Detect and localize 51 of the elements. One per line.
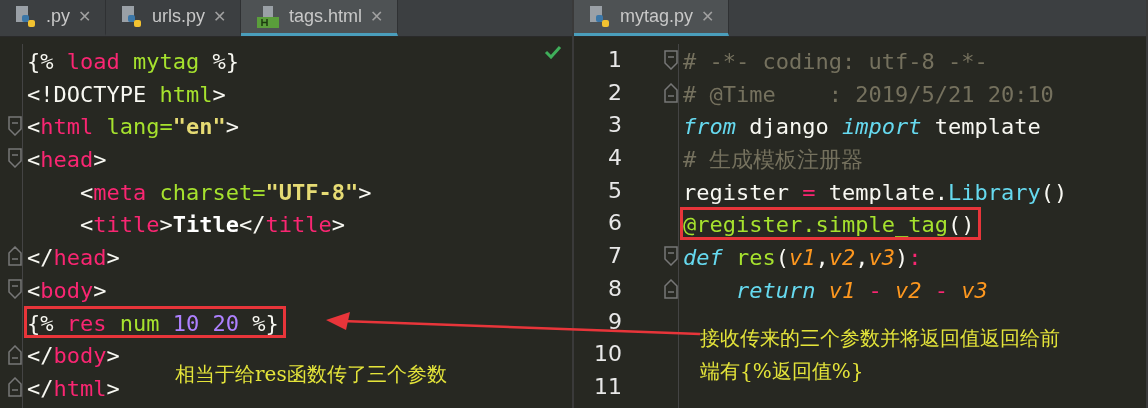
fold-marker-icon[interactable] — [664, 50, 678, 71]
code-line: <meta charset="UTF-8"> — [78, 178, 373, 207]
line-number: 5 — [608, 176, 622, 205]
code-line: # -*- coding: utf-8 -*- — [682, 48, 989, 76]
fold-marker-icon[interactable] — [8, 148, 22, 169]
close-button[interactable]: ✕ — [370, 7, 384, 26]
code-line: </head> — [26, 244, 121, 273]
fold-marker-icon[interactable] — [8, 377, 22, 398]
code-line: def res(v1,v2,v3): — [682, 244, 923, 273]
fold-marker-icon[interactable] — [8, 279, 22, 300]
line-number: 11 — [594, 372, 622, 401]
code-line: </html> — [26, 374, 121, 403]
python-file-icon — [588, 4, 612, 29]
code-line: return v1 - v2 - v3 — [734, 276, 989, 305]
fold-marker-icon[interactable] — [8, 115, 22, 136]
line-number: 4 — [608, 144, 622, 173]
code-line: <body> — [26, 276, 108, 305]
line-number: 6 — [608, 209, 622, 238]
fold-marker-icon[interactable] — [8, 246, 22, 267]
line-number: 1 — [608, 46, 622, 74]
line-number: 10 — [594, 340, 622, 369]
line-number: 3 — [608, 111, 622, 140]
python-file-icon — [120, 4, 144, 29]
fold-marker-icon[interactable] — [664, 246, 678, 267]
code-line: <!DOCTYPE html> — [26, 80, 227, 109]
annotation-text: 接收传来的三个参数并将返回值返回给前端有{%返回值%} — [700, 325, 1061, 385]
code-line: register = template.Library() — [682, 178, 1069, 207]
fold-marker-icon[interactable] — [8, 344, 22, 365]
html-file-icon — [255, 4, 282, 29]
close-button[interactable]: ✕ — [78, 7, 91, 26]
line-number: 7 — [608, 242, 622, 271]
code-line: <html lang="en"> — [26, 113, 240, 142]
code-line: </body> — [26, 342, 121, 371]
line-number: 8 — [608, 274, 622, 303]
editor-tab[interactable]: mytag.py ✕ — [574, 0, 730, 36]
code-line: <head> — [26, 146, 108, 175]
code-line: <title>Title</title> — [78, 211, 346, 240]
fold-marker-icon[interactable] — [664, 279, 678, 300]
code-line: from django import template — [682, 113, 1042, 142]
line-number: 9 — [608, 307, 622, 336]
line-number: 2 — [608, 78, 622, 107]
check-icon — [544, 45, 562, 59]
python-file-icon — [14, 4, 38, 29]
editor-tab[interactable]: tags.html ✕ — [241, 0, 399, 36]
close-button[interactable]: ✕ — [701, 7, 715, 26]
annotation-text: 相当于给res函数传了三个参数 — [175, 361, 448, 388]
code-line: {% load mytag %} — [26, 48, 240, 76]
fold-marker-icon[interactable] — [664, 83, 678, 104]
close-button[interactable]: ✕ — [213, 7, 227, 26]
code-line: # @Time : 2019/5/21 20:10 — [682, 80, 1055, 109]
code-line: # 生成模板注册器 — [682, 146, 865, 175]
